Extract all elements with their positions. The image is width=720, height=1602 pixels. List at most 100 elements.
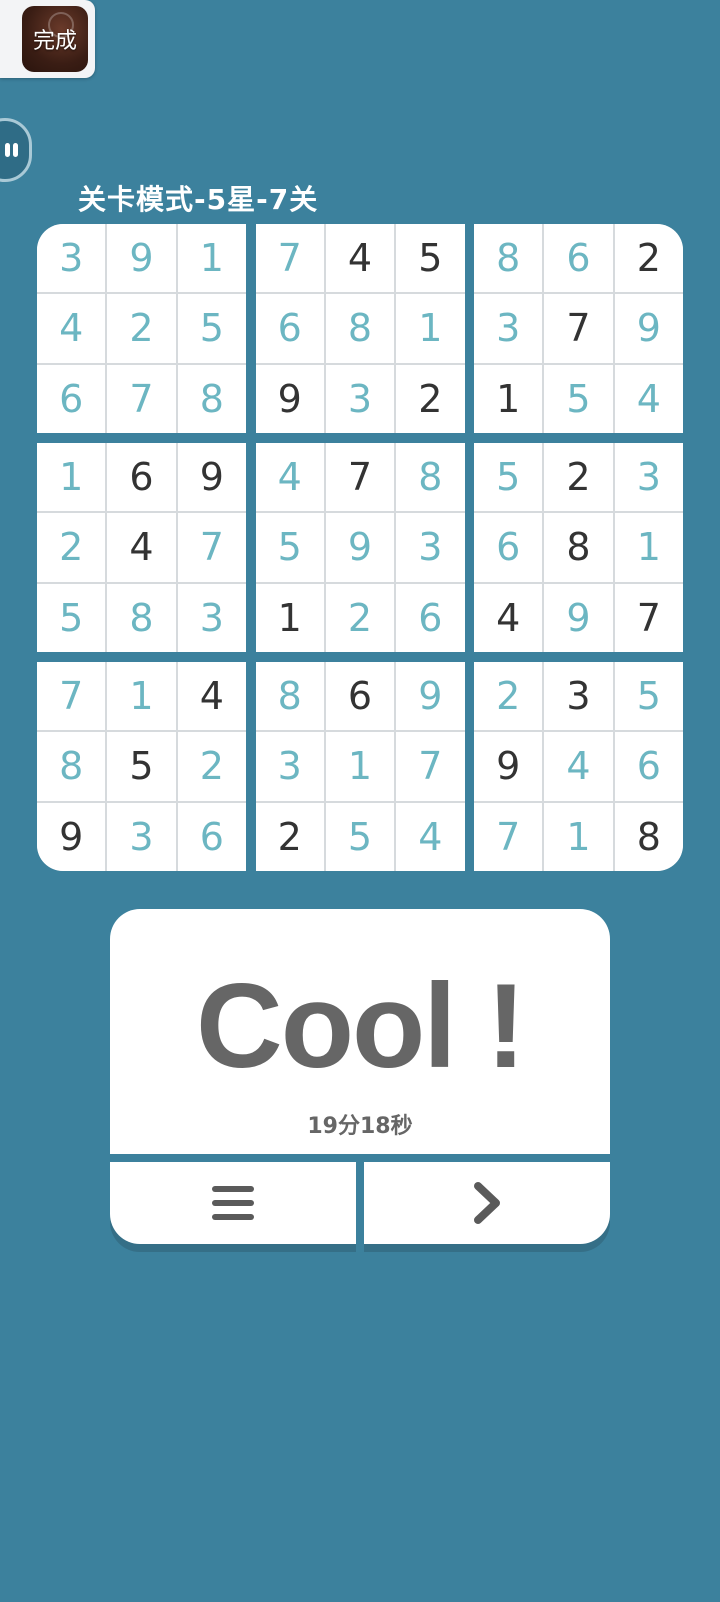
- sudoku-cell[interactable]: 6: [255, 294, 324, 363]
- sudoku-box: 391 425 678: [37, 224, 246, 433]
- sudoku-box: 862 379 154: [474, 224, 683, 433]
- sudoku-cell[interactable]: 9: [177, 443, 246, 512]
- sudoku-cell[interactable]: 4: [396, 802, 465, 871]
- sudoku-cell[interactable]: 2: [325, 583, 395, 652]
- sudoku-cell[interactable]: 8: [614, 802, 683, 871]
- sudoku-cell[interactable]: 5: [396, 224, 465, 293]
- sudoku-box: 869 317 254: [255, 662, 465, 871]
- sudoku-cell[interactable]: 8: [177, 364, 246, 433]
- menu-icon: [212, 1186, 254, 1220]
- sudoku-cell[interactable]: 4: [177, 662, 246, 731]
- sudoku-cell[interactable]: 6: [544, 224, 613, 293]
- sudoku-cell[interactable]: 2: [544, 443, 613, 512]
- done-overlay[interactable]: 完成: [0, 0, 95, 78]
- sudoku-cell[interactable]: 4: [107, 513, 176, 582]
- level-title: 关卡模式-5星-7关: [78, 183, 319, 216]
- result-card: Cool ! 19分18秒: [110, 909, 610, 1154]
- sudoku-cell[interactable]: 9: [255, 364, 324, 433]
- floating-pause-button[interactable]: [0, 118, 32, 182]
- sudoku-cell[interactable]: 2: [107, 294, 176, 363]
- sudoku-cell[interactable]: 6: [325, 662, 395, 731]
- sudoku-cell[interactable]: 7: [37, 662, 106, 731]
- sudoku-cell[interactable]: 5: [177, 294, 246, 363]
- sudoku-cell[interactable]: 5: [544, 364, 613, 433]
- sudoku-cell[interactable]: 5: [255, 513, 324, 582]
- sudoku-box: 235 946 718: [474, 662, 683, 871]
- sudoku-cell[interactable]: 6: [107, 443, 176, 512]
- sudoku-cell[interactable]: 4: [325, 224, 395, 293]
- sudoku-cell[interactable]: 9: [37, 802, 106, 871]
- sudoku-cell[interactable]: 3: [474, 294, 543, 363]
- sudoku-cell[interactable]: 8: [255, 662, 324, 731]
- sudoku-cell[interactable]: 7: [474, 802, 543, 871]
- sudoku-cell[interactable]: 3: [544, 662, 613, 731]
- sudoku-cell[interactable]: 3: [107, 802, 176, 871]
- sudoku-cell[interactable]: 9: [325, 513, 395, 582]
- menu-button[interactable]: [110, 1162, 356, 1244]
- sudoku-cell[interactable]: 1: [37, 443, 106, 512]
- chevron-right-icon: [474, 1182, 500, 1224]
- sudoku-cell[interactable]: 2: [396, 364, 465, 433]
- sudoku-cell[interactable]: 5: [474, 443, 543, 512]
- sudoku-cell[interactable]: 1: [474, 364, 543, 433]
- sudoku-cell[interactable]: 9: [474, 732, 543, 801]
- sudoku-cell[interactable]: 6: [614, 732, 683, 801]
- sudoku-box: 714 852 936: [37, 662, 246, 871]
- sudoku-box: 745 681 932: [255, 224, 465, 433]
- sudoku-cell[interactable]: 7: [107, 364, 176, 433]
- sudoku-cell[interactable]: 6: [177, 802, 246, 871]
- sudoku-cell[interactable]: 6: [37, 364, 106, 433]
- sudoku-cell[interactable]: 7: [325, 443, 395, 512]
- sudoku-cell[interactable]: 4: [255, 443, 324, 512]
- sudoku-cell[interactable]: 5: [37, 583, 106, 652]
- sudoku-box: 523 681 497: [474, 443, 683, 652]
- sudoku-cell[interactable]: 9: [107, 224, 176, 293]
- sudoku-cell[interactable]: 4: [474, 583, 543, 652]
- sudoku-cell[interactable]: 1: [614, 513, 683, 582]
- sudoku-cell[interactable]: 5: [614, 662, 683, 731]
- sudoku-cell[interactable]: 1: [107, 662, 176, 731]
- sudoku-cell[interactable]: 7: [614, 583, 683, 652]
- sudoku-cell[interactable]: 8: [37, 732, 106, 801]
- sudoku-cell[interactable]: 3: [255, 732, 324, 801]
- sudoku-cell[interactable]: 4: [37, 294, 106, 363]
- sudoku-cell[interactable]: 9: [544, 583, 613, 652]
- sudoku-cell[interactable]: 8: [474, 224, 543, 293]
- sudoku-cell[interactable]: 6: [396, 583, 465, 652]
- pause-icon: [5, 143, 19, 159]
- sudoku-cell[interactable]: 2: [37, 513, 106, 582]
- sudoku-cell[interactable]: 8: [544, 513, 613, 582]
- sudoku-cell[interactable]: 4: [544, 732, 613, 801]
- sudoku-cell[interactable]: 7: [177, 513, 246, 582]
- sudoku-cell[interactable]: 1: [325, 732, 395, 801]
- sudoku-cell[interactable]: 2: [614, 224, 683, 293]
- sudoku-cell[interactable]: 2: [255, 802, 324, 871]
- sudoku-cell[interactable]: 1: [255, 583, 324, 652]
- sudoku-cell[interactable]: 3: [37, 224, 106, 293]
- sudoku-cell[interactable]: 5: [325, 802, 395, 871]
- sudoku-cell[interactable]: 1: [177, 224, 246, 293]
- next-level-button[interactable]: [364, 1162, 610, 1244]
- sudoku-cell[interactable]: 8: [396, 443, 465, 512]
- sudoku-cell[interactable]: 7: [396, 732, 465, 801]
- sudoku-cell[interactable]: 3: [325, 364, 395, 433]
- sudoku-cell[interactable]: 3: [177, 583, 246, 652]
- sudoku-board: 3914256787456819328623791541692475834785…: [37, 224, 683, 871]
- sudoku-cell[interactable]: 2: [474, 662, 543, 731]
- sudoku-cell[interactable]: 8: [107, 583, 176, 652]
- sudoku-cell[interactable]: 3: [396, 513, 465, 582]
- sudoku-cell[interactable]: 7: [255, 224, 324, 293]
- result-title: Cool !: [196, 959, 526, 1093]
- sudoku-cell[interactable]: 3: [614, 443, 683, 512]
- sudoku-cell[interactable]: 8: [325, 294, 395, 363]
- sudoku-cell[interactable]: 9: [614, 294, 683, 363]
- sudoku-cell[interactable]: 6: [474, 513, 543, 582]
- sudoku-cell[interactable]: 2: [177, 732, 246, 801]
- sudoku-box: 169 247 583: [37, 443, 246, 652]
- sudoku-cell[interactable]: 1: [396, 294, 465, 363]
- sudoku-cell[interactable]: 7: [544, 294, 613, 363]
- sudoku-cell[interactable]: 4: [614, 364, 683, 433]
- sudoku-cell[interactable]: 9: [396, 662, 465, 731]
- sudoku-cell[interactable]: 5: [107, 732, 176, 801]
- sudoku-cell[interactable]: 1: [544, 802, 613, 871]
